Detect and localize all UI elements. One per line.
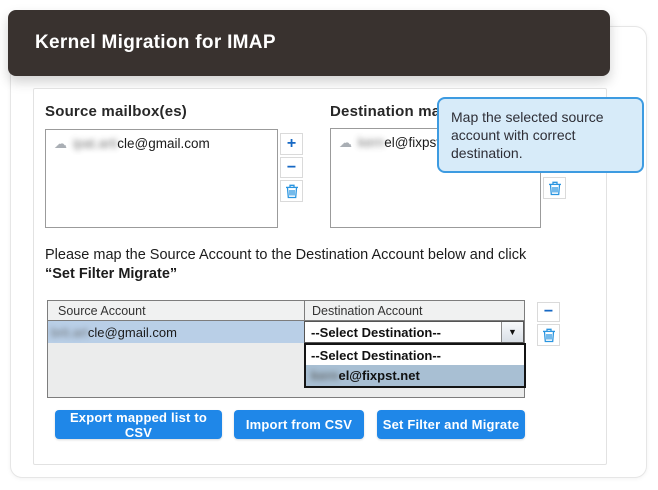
app-window: Kernel Migration for IMAP Source mailbox… bbox=[0, 0, 658, 490]
minus-icon: − bbox=[287, 160, 296, 176]
instruction-line1: Please map the Source Account to the Des… bbox=[45, 246, 590, 265]
plus-icon: + bbox=[287, 136, 296, 152]
instruction-line2: “Set Filter Migrate” bbox=[45, 265, 590, 284]
remove-mapping-row-button[interactable]: − bbox=[537, 302, 560, 322]
chevron-down-icon[interactable]: ▼ bbox=[501, 322, 523, 342]
delete-destination-button[interactable] bbox=[543, 177, 566, 199]
source-email: ipat.article@gmail.com bbox=[73, 136, 210, 151]
minus-icon: − bbox=[544, 304, 553, 320]
column-header-destination: Destination Account bbox=[304, 301, 524, 320]
source-mailbox-list[interactable]: ☁ ipat.article@gmail.com bbox=[45, 129, 278, 228]
table-row: brit.artcle@gmail.com --Select Destinati… bbox=[48, 321, 524, 343]
export-csv-button[interactable]: Export mapped list to CSV bbox=[55, 410, 222, 439]
table-header: Source Account Destination Account bbox=[48, 301, 524, 321]
dropdown-option-fixpst[interactable]: kernel@fixpst.net bbox=[306, 365, 524, 386]
mapping-table: Source Account Destination Account brit.… bbox=[47, 300, 525, 398]
title-bar: Kernel Migration for IMAP bbox=[8, 10, 610, 76]
delete-source-button[interactable] bbox=[280, 180, 303, 202]
set-filter-migrate-button[interactable]: Set Filter and Migrate bbox=[377, 410, 525, 439]
destination-select[interactable]: --Select Destination-- ▼ bbox=[304, 321, 524, 343]
account-cloud-icon: ☁ bbox=[339, 136, 352, 149]
trash-icon bbox=[548, 181, 562, 196]
delete-mapping-row-button[interactable] bbox=[537, 324, 560, 346]
instruction-text: Please map the Source Account to the Des… bbox=[45, 246, 590, 285]
destination-dropdown-list: --Select Destination-- kernel@fixpst.net bbox=[304, 343, 526, 388]
account-cloud-icon: ☁ bbox=[54, 137, 67, 150]
import-csv-button[interactable]: Import from CSV bbox=[234, 410, 364, 439]
column-header-source: Source Account bbox=[48, 301, 304, 320]
page-title: Kernel Migration for IMAP bbox=[35, 32, 276, 54]
trash-icon bbox=[285, 184, 299, 199]
destination-select-value: --Select Destination-- bbox=[305, 322, 501, 342]
tooltip-text: Map the selected source account with cor… bbox=[451, 109, 604, 161]
source-mailboxes-heading: Source mailbox(es) bbox=[45, 103, 187, 120]
remove-source-button[interactable]: − bbox=[280, 157, 303, 178]
trash-icon bbox=[542, 328, 556, 343]
add-source-button[interactable]: + bbox=[280, 133, 303, 155]
dropdown-option-select-destination[interactable]: --Select Destination-- bbox=[306, 345, 524, 365]
source-mailbox-item[interactable]: ☁ ipat.article@gmail.com bbox=[46, 130, 277, 155]
source-account-cell[interactable]: brit.artcle@gmail.com bbox=[48, 321, 304, 343]
mapping-tooltip: Map the selected source account with cor… bbox=[437, 97, 644, 173]
